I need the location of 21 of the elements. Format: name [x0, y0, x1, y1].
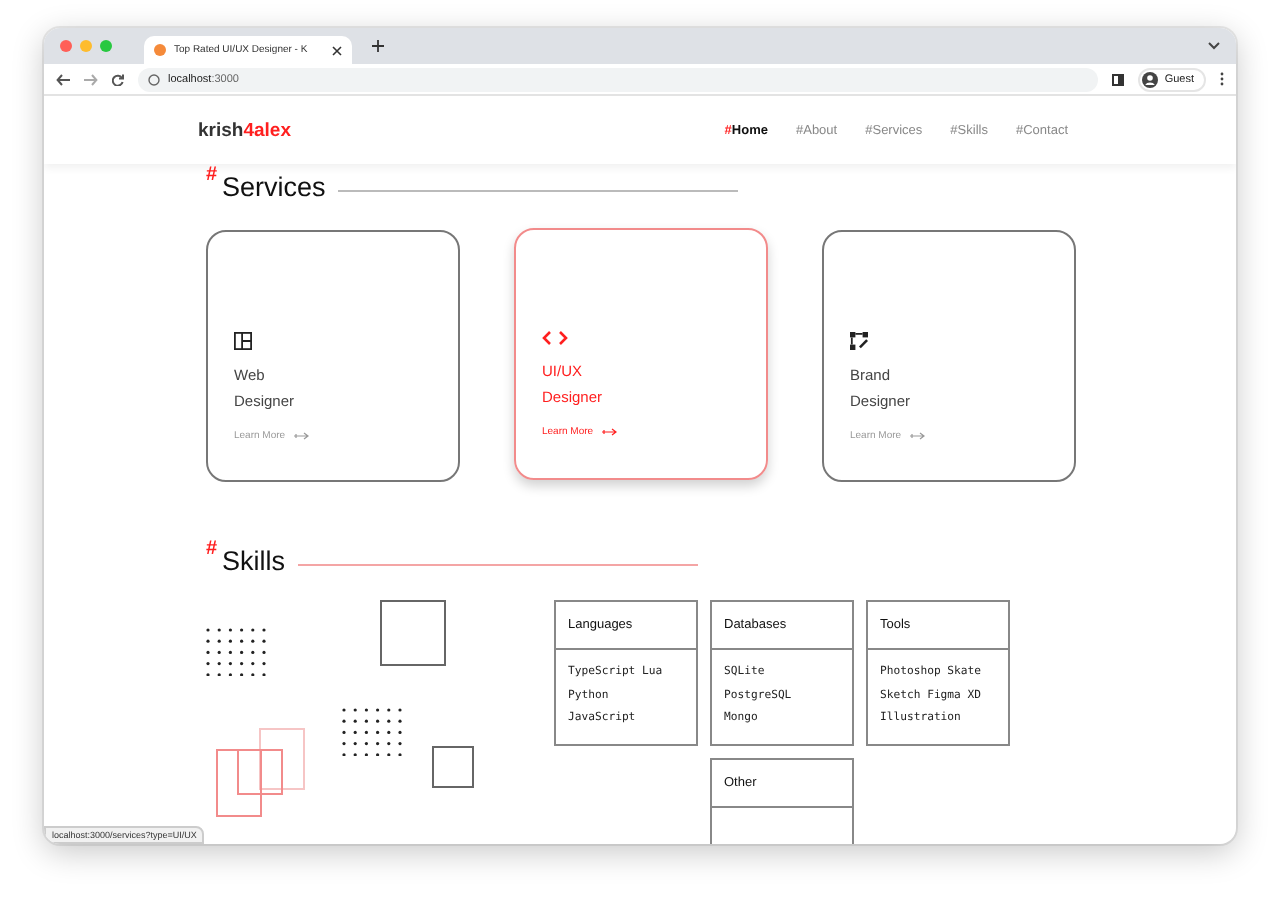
plus-icon[interactable] [372, 40, 384, 52]
layout-icon [234, 332, 252, 350]
square-outline-drawing [432, 746, 474, 788]
info-icon[interactable] [148, 73, 160, 85]
dot-grid-drawing [342, 708, 402, 757]
overlapping-squares-drawing [216, 728, 308, 818]
dot-grid-drawing [206, 628, 266, 677]
reload-icon[interactable] [112, 73, 124, 85]
logo: krish4alex [198, 119, 291, 141]
square-outline-drawing [380, 600, 446, 666]
arrow-icon [909, 432, 926, 440]
pen-tool-icon [850, 332, 868, 350]
code-icon [542, 330, 568, 346]
avatar-icon [1142, 71, 1159, 87]
arrow-icon [293, 432, 310, 440]
chevron-down-icon[interactable] [1208, 42, 1220, 50]
back-icon[interactable] [56, 73, 70, 85]
arrow-icon [601, 428, 618, 436]
favicon-icon [154, 44, 166, 56]
close-icon[interactable] [332, 45, 342, 55]
side-panel-icon[interactable] [1112, 73, 1125, 85]
